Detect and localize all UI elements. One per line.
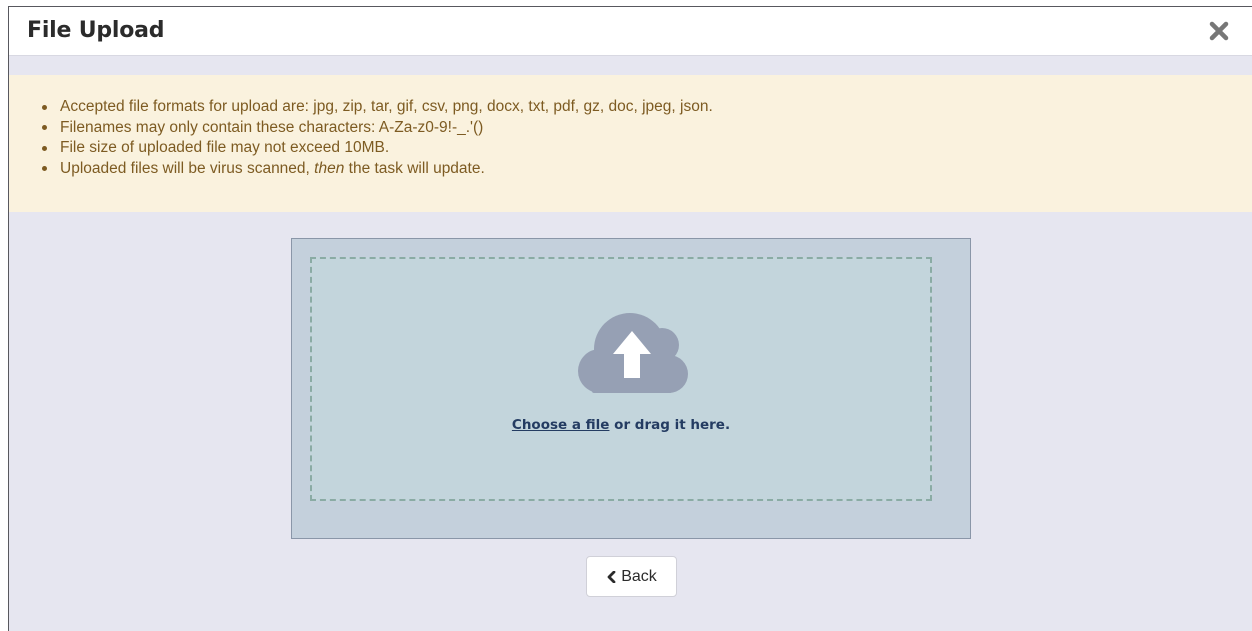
file-upload-dialog: File Upload Accepted file formats for up…: [8, 6, 1252, 631]
bullet-icon: [42, 145, 47, 151]
back-button-label: Back: [621, 567, 657, 585]
list-item: Accepted file formats for upload are: jp…: [42, 97, 713, 118]
upload-requirements-notice: Accepted file formats for upload are: jp…: [9, 75, 1252, 212]
bullet-icon: [42, 104, 47, 110]
close-button[interactable]: [1206, 18, 1232, 44]
requirements-list: Accepted file formats for upload are: jp…: [42, 97, 713, 180]
requirement-filesize: File size of uploaded file may not excee…: [60, 139, 390, 156]
back-button[interactable]: Back: [586, 556, 677, 597]
dropzone-instructions: Choose a file or drag it here.: [312, 417, 930, 433]
list-item: Uploaded files will be virus scanned, th…: [42, 159, 713, 180]
requirement-virus-scan-before: Uploaded files will be virus scanned,: [60, 159, 315, 177]
chevron-left-icon: [606, 570, 616, 583]
cloud-upload-icon: [572, 307, 692, 403]
requirement-virus-scan-emphasis: then: [314, 159, 345, 177]
drag-here-text: or drag it here.: [609, 417, 731, 433]
requirement-formats: Accepted file formats for upload are: jp…: [60, 98, 713, 115]
requirement-virus-scan-after: the task will update.: [344, 159, 485, 177]
list-item: File size of uploaded file may not excee…: [42, 138, 713, 159]
bullet-icon: [42, 125, 47, 130]
dialog-title: File Upload: [27, 18, 165, 43]
close-icon: [1206, 18, 1232, 44]
list-item: Filenames may only contain these charact…: [42, 118, 713, 139]
bullet-icon: [42, 166, 47, 171]
requirement-filename: Filenames may only contain these charact…: [60, 118, 484, 136]
dropzone-target-area[interactable]: Choose a file or drag it here.: [310, 257, 932, 501]
choose-file-link[interactable]: Choose a file: [512, 417, 610, 433]
file-dropzone[interactable]: Choose a file or drag it here.: [291, 238, 971, 539]
dialog-header: File Upload: [9, 7, 1252, 56]
